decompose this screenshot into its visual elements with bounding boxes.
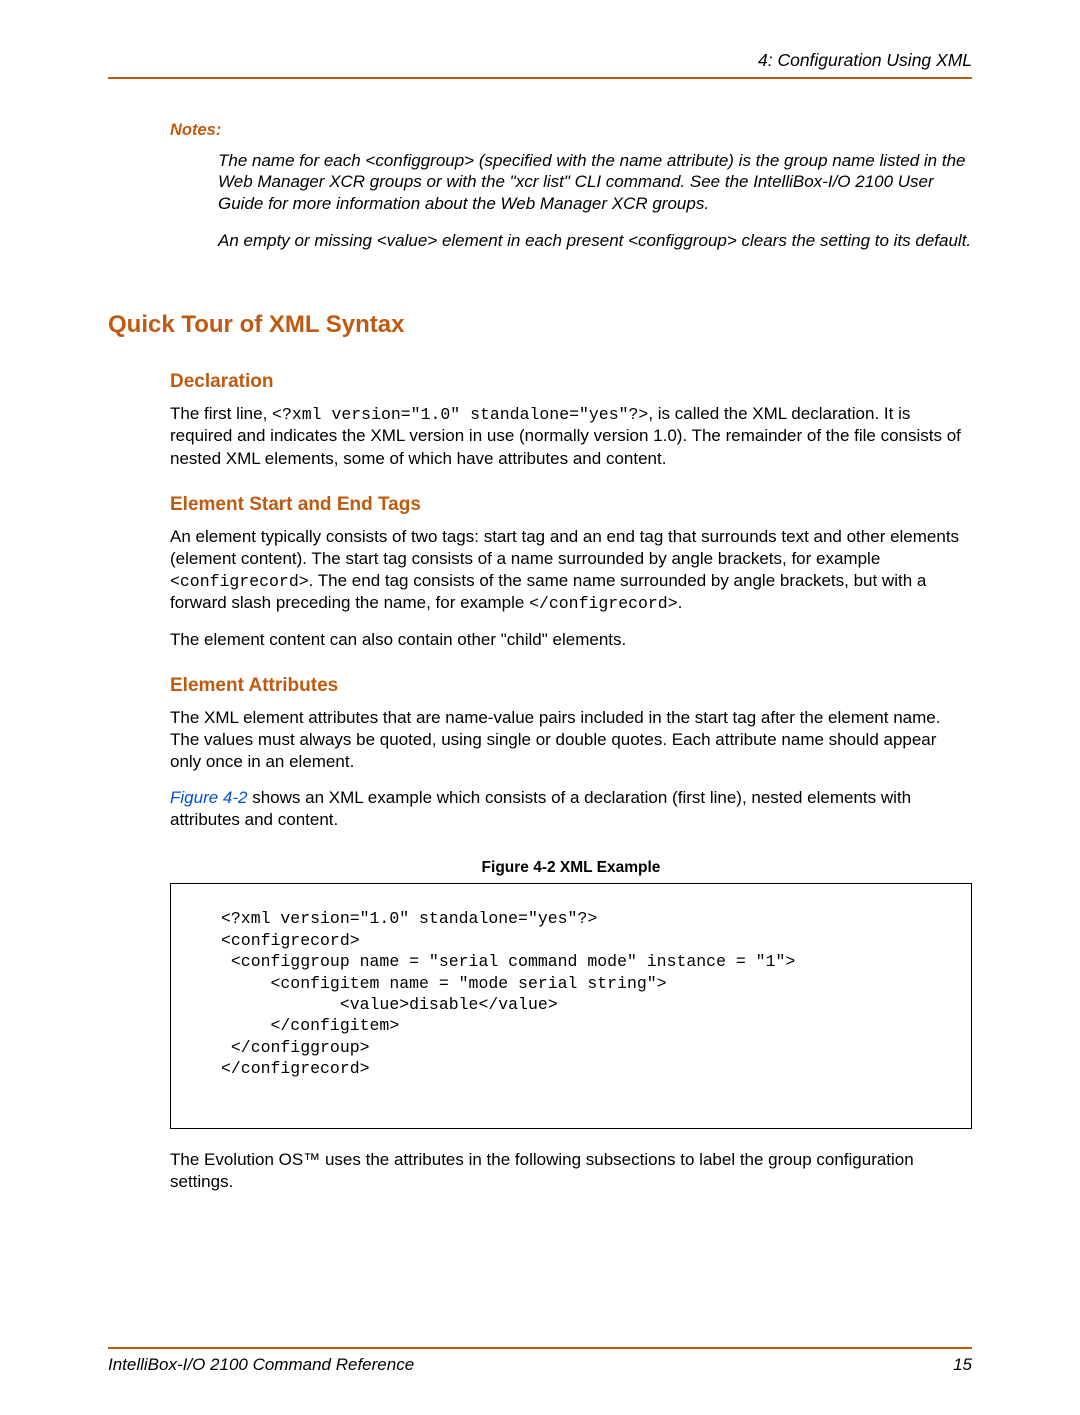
inline-code: <configrecord>: [170, 572, 309, 591]
content-block: Declaration The first line, <?xml versio…: [170, 371, 972, 1193]
paragraph: The first line, <?xml version="1.0" stan…: [170, 403, 972, 470]
paragraph: The XML element attributes that are name…: [170, 707, 972, 773]
figure-caption: Figure 4-2 XML Example: [170, 859, 972, 877]
note-item: An empty or missing <value> element in e…: [218, 230, 972, 251]
inline-code: </configrecord>: [529, 594, 678, 613]
notes-label: Notes:: [170, 121, 972, 140]
text-run: .: [678, 593, 683, 612]
paragraph: Figure 4-2 shows an XML example which co…: [170, 787, 972, 831]
note-item: The name for each <configgroup> (specifi…: [218, 150, 972, 214]
subsection-heading: Element Start and End Tags: [170, 494, 972, 516]
footer-rule: [108, 1347, 972, 1349]
text-run: An element typically consists of two tag…: [170, 527, 959, 568]
paragraph: The Evolution OS™ uses the attributes in…: [170, 1149, 972, 1193]
figure-reference-link[interactable]: Figure 4-2: [170, 788, 247, 807]
footer: IntelliBox-I/O 2100 Command Reference 15: [108, 1355, 972, 1375]
subsection-heading: Element Attributes: [170, 675, 972, 697]
running-header: 4: Configuration Using XML: [108, 50, 972, 77]
paragraph: The element content can also contain oth…: [170, 629, 972, 651]
paragraph: An element typically consists of two tag…: [170, 526, 972, 615]
subsection-heading: Declaration: [170, 371, 972, 393]
section-heading: Quick Tour of XML Syntax: [108, 311, 972, 339]
footer-doc-title: IntelliBox-I/O 2100 Command Reference: [108, 1355, 414, 1375]
code-example-box: <?xml version="1.0" standalone="yes"?> <…: [170, 883, 972, 1129]
inline-code: <?xml version="1.0" standalone="yes"?>: [272, 405, 648, 424]
notes-block: Notes: The name for each <configgroup> (…: [170, 121, 972, 251]
page-number: 15: [953, 1355, 972, 1375]
page: 4: Configuration Using XML Notes: The na…: [0, 0, 1080, 1415]
header-rule: [108, 77, 972, 79]
text-run: shows an XML example which consists of a…: [170, 788, 911, 829]
spacer: [108, 1207, 972, 1317]
chapter-label: 4: Configuration Using XML: [758, 50, 972, 70]
text-run: The first line,: [170, 404, 272, 423]
